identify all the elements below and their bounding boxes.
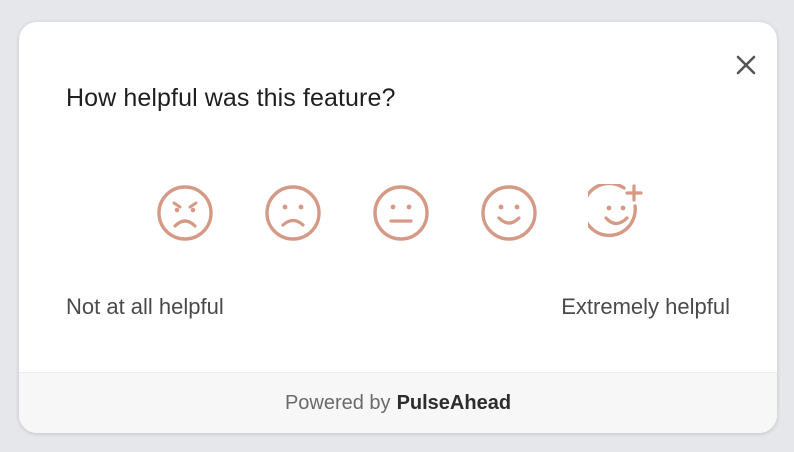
question-title: How helpful was this feature? xyxy=(66,84,396,112)
rating-options xyxy=(156,184,646,242)
feedback-widget: How helpful was this feature? Not at all… xyxy=(19,22,777,433)
footer: Powered by PulseAhead xyxy=(19,372,777,433)
sad-face-icon[interactable] xyxy=(264,184,322,242)
powered-by-text: Powered by xyxy=(284,392,391,414)
very-sad-face-icon[interactable] xyxy=(156,184,214,242)
scale-low-label: Not at all helpful xyxy=(66,294,224,319)
brand-name: PulseAhead xyxy=(396,392,512,414)
happy-face-icon[interactable] xyxy=(480,184,538,242)
neutral-face-icon[interactable] xyxy=(372,184,430,242)
very-happy-face-plus-icon[interactable] xyxy=(588,184,646,242)
scale-high-label: Extremely helpful xyxy=(561,294,730,319)
close-icon[interactable] xyxy=(735,54,757,76)
